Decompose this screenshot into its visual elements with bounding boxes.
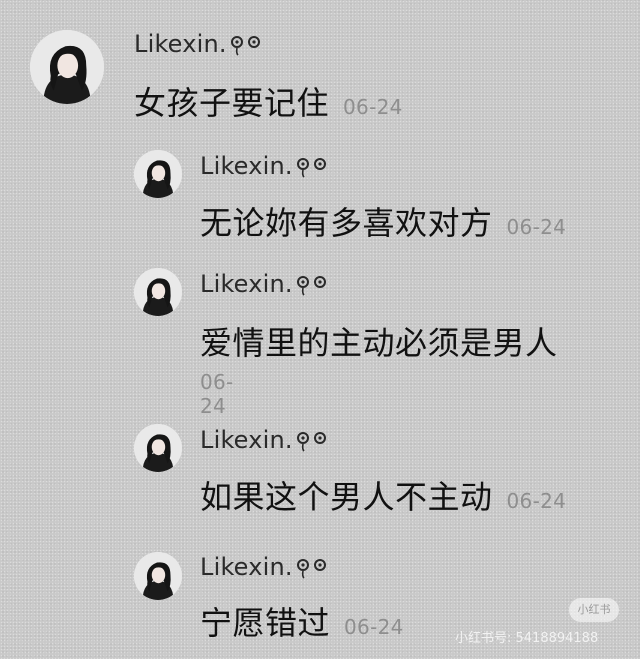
comment-body: 如果这个男人不主动: [200, 478, 493, 516]
comment-body: 女孩子要记住: [134, 84, 330, 122]
comment-date: 06-24: [506, 215, 567, 239]
comment-body: 无论妳有多喜欢对方: [200, 204, 493, 242]
avatar-photo-icon: [134, 268, 182, 316]
crying-emoticon-icon: [296, 276, 326, 296]
crying-emoticon-icon: [296, 432, 326, 452]
xiaohongshu-user-id: 小红书号: 5418894188: [455, 631, 599, 646]
crying-emoticon-icon: [296, 559, 326, 579]
avatar[interactable]: [134, 150, 182, 198]
comment-text: 宁愿错过 06-24: [200, 598, 404, 644]
avatar-photo-icon: [134, 424, 182, 472]
comment-text: 无论妳有多喜欢对方 06-24: [200, 198, 566, 244]
avatar-photo-icon: [134, 150, 182, 198]
avatar-photo-icon: [30, 30, 104, 104]
comment-text: 爱情里的主动必须是男人: [200, 318, 558, 364]
avatar[interactable]: [134, 424, 182, 472]
crying-emoticon-icon: [230, 36, 260, 56]
comment-username[interactable]: Likexin.: [200, 270, 329, 298]
comment-text: 女孩子要记住 06-24: [134, 78, 403, 124]
comment-username[interactable]: Likexin.: [200, 152, 329, 180]
xiaohongshu-badge: 小红书: [569, 598, 619, 622]
comment-date: 06-24: [343, 95, 403, 119]
avatar-photo-icon: [134, 552, 182, 600]
comment-username[interactable]: Likexin.: [134, 30, 263, 58]
comment-date: 06-24: [506, 489, 567, 513]
comment-text: 如果这个男人不主动 06-24: [200, 472, 566, 518]
avatar[interactable]: [134, 552, 182, 600]
comment-username[interactable]: Likexin.: [200, 553, 329, 581]
comment-body: 宁愿错过: [200, 604, 331, 642]
comment-username[interactable]: Likexin.: [200, 426, 329, 454]
avatar[interactable]: [134, 268, 182, 316]
comment-date: 06-24: [344, 615, 404, 639]
crying-emoticon-icon: [296, 158, 326, 178]
avatar[interactable]: [30, 30, 104, 104]
comment-date: 06-24: [200, 370, 234, 418]
comment-body: 爱情里的主动必须是男人: [200, 324, 558, 362]
